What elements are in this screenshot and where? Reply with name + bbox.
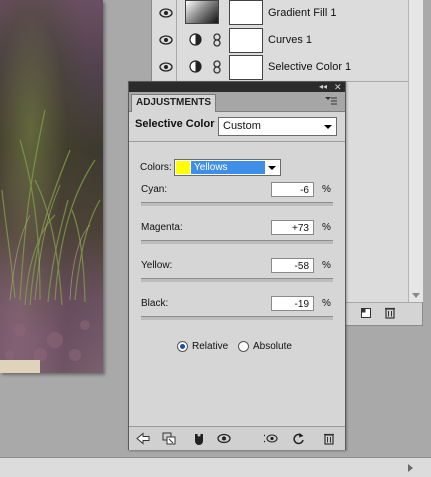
cyan-value-input[interactable]: -6 [271, 182, 314, 197]
close-icon[interactable]: ✕ [334, 82, 342, 92]
eye-icon[interactable] [159, 61, 173, 73]
yellow-slider-track[interactable] [141, 278, 333, 282]
layer-mask-thumbnail [229, 55, 263, 80]
divider [176, 27, 177, 54]
magenta-value-input[interactable]: +73 [271, 220, 314, 235]
layer-mask-thumbnail [229, 28, 263, 53]
adjustment-title: Selective Color [135, 118, 215, 130]
clip-to-layer-icon[interactable] [192, 432, 206, 445]
colors-label: Colors: [140, 162, 172, 173]
magenta-slider-track[interactable] [141, 240, 333, 244]
view-previous-state-icon[interactable] [264, 432, 278, 445]
eye-icon[interactable] [159, 7, 173, 19]
preset-value: Custom [223, 120, 261, 132]
new-layer-icon[interactable] [360, 307, 372, 319]
divider [176, 54, 177, 81]
percent-label: % [322, 184, 331, 195]
panel-titlebar[interactable]: ◂◂ ✕ [129, 82, 345, 92]
absolute-radio[interactable] [238, 341, 249, 352]
slider-label: Yellow: [141, 260, 173, 271]
layers-scrollbar[interactable] [408, 0, 423, 302]
visibility-eye-icon[interactable] [217, 432, 231, 445]
photo-image [0, 0, 103, 373]
percent-label: % [322, 298, 331, 309]
black-value-input[interactable]: -19 [271, 296, 314, 311]
slider-label: Cyan: [141, 184, 168, 195]
preset-dropdown[interactable]: Custom [218, 117, 337, 136]
adjustments-panel: ◂◂ ✕ ADJUSTMENTS Selective Color Custom … [128, 81, 346, 450]
divider [129, 141, 345, 142]
chevron-down-icon [268, 166, 276, 170]
slider-label: Magenta: [141, 222, 183, 233]
back-arrow-icon[interactable] [136, 432, 150, 445]
layer-mask-thumbnail [229, 0, 263, 25]
chevron-down-icon [324, 125, 332, 129]
layer-name: Curves 1 [268, 34, 313, 46]
layer-row[interactable]: Gradient Fill 1 [152, 0, 422, 28]
trash-icon[interactable] [322, 432, 336, 445]
layer-row[interactable]: Selective Color 1 [152, 54, 422, 82]
slider-label: Black: [141, 298, 169, 309]
horizontal-scrollbar[interactable] [0, 457, 431, 477]
relative-label[interactable]: Relative [192, 341, 228, 352]
adjustment-layer-icon [189, 60, 202, 73]
chain-link-icon[interactable] [212, 33, 222, 47]
gradient-thumbnail [185, 0, 219, 24]
colors-dropdown[interactable]: Yellows [174, 159, 281, 176]
panel-menu-icon[interactable] [324, 96, 338, 106]
cyan-slider-track[interactable] [141, 202, 333, 206]
chain-link-icon[interactable] [212, 60, 222, 74]
tab-adjustments[interactable]: ADJUSTMENTS [131, 94, 216, 112]
expand-view-icon[interactable] [162, 432, 176, 445]
adjustments-footer [129, 426, 345, 450]
percent-label: % [322, 260, 331, 271]
color-swatch [176, 161, 190, 174]
scroll-right-arrow-icon[interactable] [408, 464, 413, 472]
layer-name: Gradient Fill 1 [268, 7, 337, 19]
trash-icon[interactable] [384, 306, 396, 319]
eye-icon[interactable] [159, 34, 173, 46]
scroll-down-arrow-icon[interactable] [412, 293, 420, 298]
divider [176, 0, 177, 27]
adjustment-layer-icon [189, 33, 202, 46]
colors-value: Yellows [191, 161, 265, 174]
black-slider-track[interactable] [141, 316, 333, 320]
absolute-label[interactable]: Absolute [253, 341, 292, 352]
collapse-icon[interactable]: ◂◂ [319, 83, 327, 91]
yellow-value-input[interactable]: -58 [271, 258, 314, 273]
panel-tab-bar: ADJUSTMENTS [129, 92, 345, 112]
relative-radio[interactable] [177, 341, 188, 352]
reset-icon[interactable] [292, 432, 306, 445]
percent-label: % [322, 222, 331, 233]
layer-name: Selective Color 1 [268, 61, 352, 73]
layer-row[interactable]: Curves 1 [152, 27, 422, 55]
